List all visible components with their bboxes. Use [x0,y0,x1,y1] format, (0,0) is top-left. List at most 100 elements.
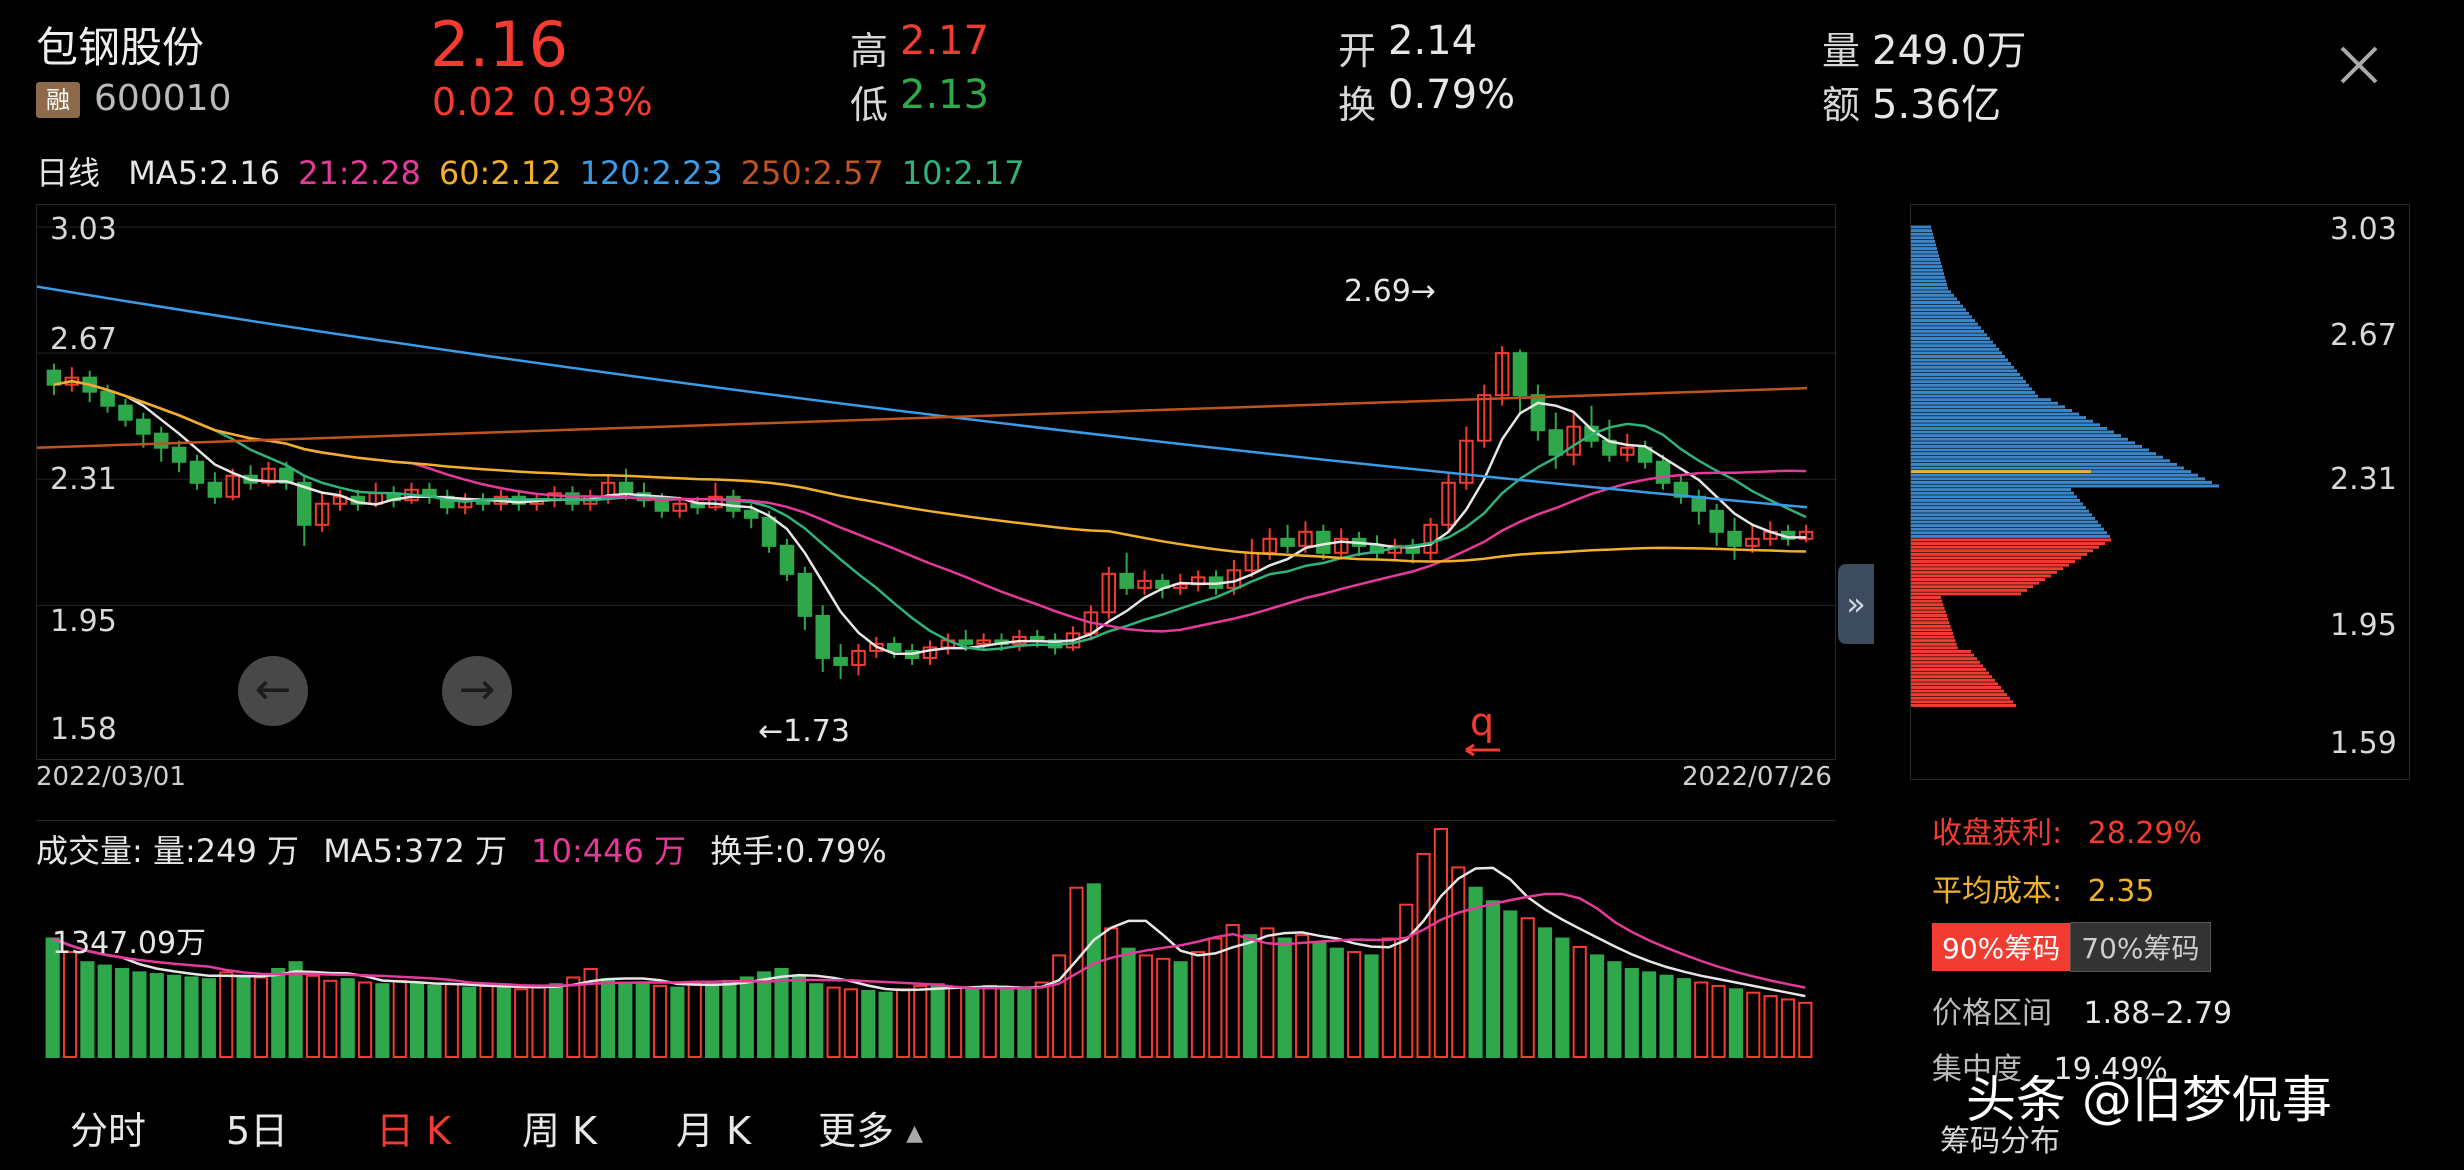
volume-bar [1746,991,1761,1058]
chip-bar [1911,653,1974,657]
tab-weekly-k[interactable]: 周 K [522,1100,597,1155]
tab-intraday[interactable]: 分时 [70,1100,146,1155]
volume-bar [1312,940,1327,1058]
price-axis-3: 2.31 [50,462,117,497]
tab-70-chips[interactable]: 70%筹码 [2070,922,2211,972]
volume-bar [1694,981,1709,1059]
volume-bar [913,984,928,1059]
candle-body [833,656,848,666]
chip-bar [1911,355,2005,358]
candle-body [1709,509,1724,533]
close-icon[interactable] [2334,40,2384,90]
chip-axis-top: 3.03 [2330,212,2397,247]
chip-bar [1911,671,1989,675]
kline-chart[interactable] [36,204,1837,760]
volume-bar [1277,937,1292,1058]
volume-bar [705,983,720,1058]
volume-bar [392,979,407,1058]
volume-bar [288,961,303,1058]
stock-name: 包钢股份 [36,23,205,72]
chip-bar [1911,394,2038,398]
tab-more[interactable]: 更多 ▲ [818,1100,923,1155]
chip-bar [1911,473,2198,477]
tab-monthly-k[interactable]: 月 K [676,1100,751,1155]
arrow-left-icon[interactable]: ← [238,656,308,726]
chip-bar [1911,498,2080,502]
chip-bar [1911,703,2016,707]
volume-bar [722,979,737,1058]
chip-bar [1911,675,1992,679]
chip-bar [1911,664,1983,668]
chip-bar [1911,570,2057,574]
ma-item: 10:2.17 [901,154,1025,192]
volume-bar [479,984,494,1059]
candle-body [761,516,777,547]
chip-bar [1911,257,1940,261]
candle-body [153,432,169,449]
volume-bar [80,961,95,1058]
chip-bar [1911,578,2045,582]
chip-bar [1911,545,2099,549]
chip-bar [1911,560,2075,564]
volume-bar [826,986,841,1058]
volume-bar [1190,951,1206,1058]
tab-more-label: 更多 [818,1109,895,1153]
chip-bar [1911,293,1954,297]
chip-bar [1911,387,2032,391]
chip-bar [1911,275,1945,279]
chip-bar [1911,236,1934,240]
chip-bar [1911,624,1951,628]
volume-bar [1468,886,1483,1058]
volume-bar [1347,951,1362,1058]
volume-bar [1711,984,1726,1059]
volume-bar [947,986,963,1058]
chip-bar [1911,365,2014,369]
chip-axis-4: 1.95 [2330,608,2397,643]
low-value: 2.13 [900,72,990,118]
chip-bar [1911,567,2063,571]
rong-badge: 融 [36,82,80,118]
volume-bar [1590,954,1605,1058]
chip-bar [1911,376,2023,380]
tab-5day[interactable]: 5日 [226,1100,288,1155]
chip-axis-3: 2.31 [2330,462,2397,497]
volume-bar [1017,988,1032,1059]
chip-bar [1911,337,1990,341]
candle-body [1548,429,1564,456]
candle-body [1530,394,1546,432]
stock-code: 600010 [94,78,232,119]
tab-90-chips[interactable]: 90%筹码 [1932,923,2071,971]
high-value: 2.17 [900,18,990,64]
chip-bar [1911,455,2163,459]
volume-bar [115,967,130,1058]
expand-panel-icon[interactable]: » [1838,564,1874,644]
volume-max-label: 1347.09万 [52,926,207,961]
volume-label: 量 [1822,29,1861,73]
chip-bar [1911,448,2149,452]
candle-body [743,509,759,519]
chip-bar [1911,279,1946,283]
candle-body [171,446,187,463]
watermark: 头条 @旧梦侃事 [1966,1071,2332,1129]
candle-body [1655,460,1671,484]
tab-daily-k[interactable]: 日 K [376,1100,451,1155]
chip-bar [1911,588,2027,592]
chip-bar [1911,398,2051,402]
chip-bar [1911,538,2111,542]
volume-bar [236,974,251,1058]
volume-title: 成交量: [36,832,143,870]
volume-bar [305,974,321,1058]
volume-bar [1364,954,1379,1058]
candle-body [100,390,115,407]
volume-bar [1156,957,1171,1058]
volume-bar [809,983,824,1058]
chip-bar [1911,606,1945,610]
chip-bar [1911,462,2177,466]
chip-bar [1911,232,1933,236]
volume-bar [167,974,182,1058]
chip-bar [1911,678,1995,682]
chip-bar [1911,667,1986,671]
chip-bar [1911,685,2001,689]
chip-bar [1911,362,2011,366]
arrow-right-icon[interactable]: → [442,656,512,726]
